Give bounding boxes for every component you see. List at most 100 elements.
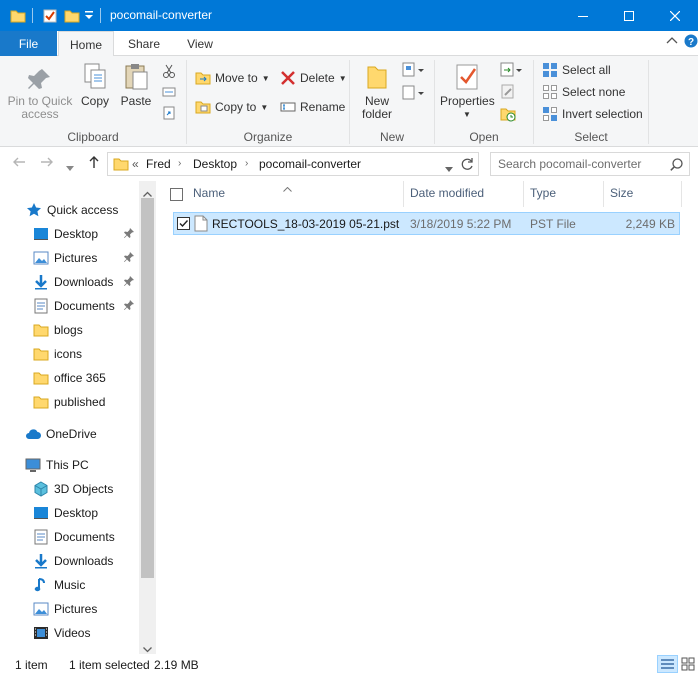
nav-item-published[interactable]: published [33,391,105,413]
nav-item-3d-objects[interactable]: 3D Objects [33,478,113,500]
nav-item-desktop[interactable]: Desktop [33,502,98,524]
collapse-ribbon-icon[interactable] [666,35,678,50]
nav-quick-access[interactable]: Quick access [26,199,118,221]
tab-view[interactable]: View [176,31,224,56]
help-icon[interactable]: ? [684,34,698,51]
search-input[interactable] [491,153,661,175]
nav-item-label: Videos [54,626,91,640]
nav-item-icons[interactable]: icons [33,343,82,365]
nav-item-label: Pictures [54,251,98,265]
nav-item-documents[interactable]: Documents [33,526,115,548]
column-divider[interactable] [603,181,604,207]
column-header-name[interactable]: Name [193,186,225,200]
status-selected-count: 1 item selected [69,658,150,672]
nav-item-label: published [54,395,106,409]
breadcrumb-item[interactable]: Fred [146,157,171,171]
file-size: 2,249 KB [625,217,675,231]
column-divider[interactable] [403,181,404,207]
rename-button[interactable]: Rename [280,99,345,115]
tab-share[interactable]: Share [118,31,170,56]
column-header-size[interactable]: Size [610,186,633,200]
history-button[interactable] [500,106,516,125]
nav-item-music[interactable]: Music [33,574,85,596]
cloud-icon [25,426,41,442]
delete-button[interactable]: Delete ▼ [280,70,347,86]
nav-item-blogs[interactable]: blogs [33,319,83,341]
properties-button[interactable]: Properties ▼ [440,62,495,121]
nav-item-desktop[interactable]: Desktop [33,223,98,245]
new-folder-button[interactable]: New folder [356,62,398,121]
new-item-button[interactable] [402,62,426,81]
open-button[interactable] [500,62,524,81]
column-header-type[interactable]: Type [530,186,556,200]
file-icon [194,215,208,235]
tab-file[interactable]: File [0,31,57,56]
column-divider[interactable] [681,181,682,207]
breadcrumb-chevron-icon[interactable]: › [178,158,181,169]
select-none-button[interactable]: Select none [542,84,625,100]
nav-item-pictures[interactable]: Pictures [33,598,97,620]
recent-locations-icon[interactable] [66,159,74,175]
nav-item-downloads[interactable]: Downloads [33,550,113,572]
search-box[interactable] [490,152,690,176]
easy-access-button[interactable] [402,85,426,104]
nav-onedrive[interactable]: OneDrive [25,423,97,445]
close-button[interactable] [652,0,698,31]
ribbon: Pin to Quick access Copy Paste Clipboard… [0,56,698,147]
breadcrumb-chevron-icon[interactable]: › [245,158,248,169]
nav-item-downloads[interactable]: Downloads [33,271,113,293]
pin-label-line2: access [21,107,59,121]
invert-selection-button[interactable]: Invert selection [542,106,643,122]
clipboard-group-label: Clipboard [67,130,119,144]
select-all-button[interactable]: Select all [542,62,611,78]
nav-item-documents[interactable]: Documents [33,295,115,317]
file-type: PST File [530,217,576,231]
copy-path-icon[interactable] [162,85,176,102]
paste-button[interactable]: Paste [118,62,154,108]
copy-to-button[interactable]: Copy to ▼ [195,99,268,115]
chevron-down-icon: ▼ [338,73,347,83]
address-dropdown-icon[interactable] [445,162,453,176]
chevron-down-icon: ▼ [260,102,269,112]
nav-item-videos[interactable]: Videos [33,622,90,644]
status-item-count: 1 item [15,658,48,672]
up-arrow-icon[interactable] [87,155,101,172]
move-to-button[interactable]: Move to ▼ [195,70,270,86]
nav-item-office-365[interactable]: office 365 [33,367,106,389]
column-header-date-modified[interactable]: Date modified [410,186,484,200]
maximize-button[interactable] [606,0,652,31]
properties-icon[interactable] [42,8,58,24]
refresh-icon[interactable] [460,157,474,174]
3d-objects-icon [33,481,49,497]
column-divider[interactable] [523,181,524,207]
paste-shortcut-icon[interactable] [162,106,176,123]
select-all-checkbox[interactable] [170,188,183,201]
large-icons-view-button[interactable] [681,657,695,674]
chevron-down-icon: ▼ [463,110,471,119]
pin-icon [124,252,134,265]
breadcrumb-overflow[interactable]: « [132,157,139,171]
new-folder-icon[interactable] [64,8,80,24]
back-arrow-icon[interactable] [12,155,26,172]
nav-item-pictures[interactable]: Pictures [33,247,97,269]
search-icon[interactable] [670,158,683,174]
details-view-button[interactable] [657,655,678,673]
breadcrumb-item[interactable]: pocomail-converter [259,157,361,171]
pin-to-quick-access-button[interactable]: Pin to Quick access [4,66,76,121]
nav-this-pc[interactable]: This PC [25,454,89,476]
customize-toolbar-icon[interactable] [84,10,94,26]
tab-home[interactable]: Home [58,31,114,57]
videos-icon [33,625,49,641]
breadcrumb-item[interactable]: Desktop [193,157,237,171]
minimize-button[interactable] [560,0,606,31]
copy-button[interactable]: Copy [78,62,112,108]
address-bar[interactable]: « Fred › Desktop › pocomail-converter [107,152,479,176]
new-group-label: New [379,130,404,144]
file-row[interactable]: RECTOOLS_18-03-2019 05-21.pst 3/18/2019 … [173,212,680,235]
file-name[interactable]: RECTOOLS_18-03-2019 05-21.pst [212,217,399,231]
row-checkbox[interactable] [177,217,190,230]
cut-icon[interactable] [162,64,176,81]
nav-scrollbar-thumb[interactable] [141,198,154,578]
forward-arrow-icon[interactable] [40,155,54,172]
edit-button[interactable] [500,84,516,103]
